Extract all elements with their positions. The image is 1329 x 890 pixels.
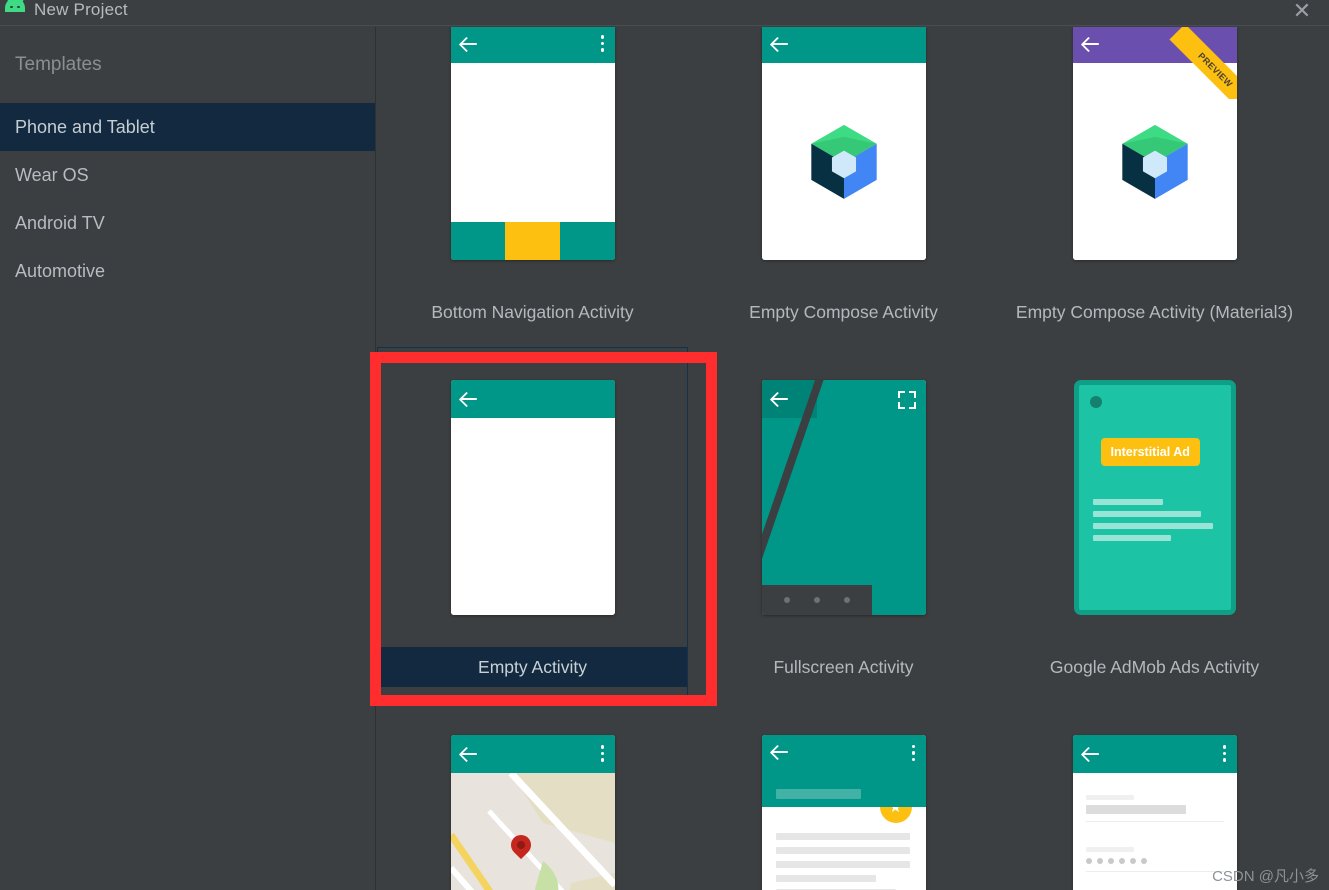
watermark: CSDN @凡小多 xyxy=(1212,868,1319,885)
sidebar-item-label: Phone and Tablet xyxy=(15,116,155,137)
overflow-menu-icon xyxy=(911,744,916,761)
phone-screen xyxy=(450,417,615,615)
jetpack-compose-logo-icon xyxy=(1121,124,1188,199)
sidebar-item-phone-and-tablet[interactable]: Phone and Tablet xyxy=(0,103,375,151)
app-bar xyxy=(450,27,615,63)
template-thumbnail xyxy=(688,347,999,647)
sidebar-item-automotive[interactable]: Automotive xyxy=(0,247,375,295)
template-card-google-maps-activity[interactable]: Google Maps Activity xyxy=(377,702,688,890)
back-arrow-icon xyxy=(771,37,789,51)
template-card-bottom-navigation-activity[interactable]: Bottom Navigation Activity xyxy=(377,27,688,347)
template-thumbnail xyxy=(999,702,1310,890)
placeholder-lines xyxy=(1092,498,1213,547)
phone-mock: ★ xyxy=(761,734,926,890)
template-label: Google AdMob Ads Activity xyxy=(1049,656,1260,677)
back-arrow-icon xyxy=(460,37,478,51)
template-label: Fullscreen Activity xyxy=(773,656,914,677)
sidebar-item-android-tv[interactable]: Android TV xyxy=(0,199,375,247)
username-field-mock xyxy=(1085,794,1224,822)
template-thumbnail: Interstitial Ad xyxy=(999,347,1310,647)
template-grid: Bottom Navigation Activity Empty Compose… xyxy=(377,27,1329,890)
template-thumbnail: PREVIEW xyxy=(999,27,1310,292)
phone-mock xyxy=(761,379,926,615)
phone-mock: PREVIEW xyxy=(1072,27,1237,260)
template-card-login-activity[interactable]: Login Activity xyxy=(999,702,1310,890)
phone-screen xyxy=(761,62,926,260)
title-bar: New Project ✕ xyxy=(0,0,1329,26)
admob-mock: Interstitial Ad xyxy=(1073,379,1236,615)
app-bar xyxy=(761,734,926,807)
phone-mock xyxy=(450,27,615,260)
map-graphic xyxy=(450,772,615,890)
jetpack-compose-logo-icon xyxy=(810,124,877,199)
sidebar-item-label: Wear OS xyxy=(15,164,89,185)
template-label: Empty Compose Activity xyxy=(749,301,938,322)
overflow-menu-icon xyxy=(600,35,605,52)
bottom-nav-item xyxy=(450,221,506,260)
phone-mock xyxy=(450,734,615,890)
bottom-nav-item xyxy=(559,221,615,260)
template-card-empty-compose-activity-material3[interactable]: PREVIEW Empty Compose Activity (Material… xyxy=(999,27,1310,347)
sidebar: Templates Phone and Tablet Wear OS Andro… xyxy=(0,27,376,890)
template-card-basic-activity[interactable]: ★ Basic Activity xyxy=(688,702,999,890)
template-label: Bottom Navigation Activity xyxy=(431,301,634,322)
phone-mock xyxy=(761,27,926,260)
template-label: Empty Activity xyxy=(377,647,688,687)
template-thumbnail xyxy=(377,702,688,890)
map-canvas xyxy=(450,772,615,890)
android-robot-icon xyxy=(2,0,28,24)
back-arrow-icon xyxy=(771,745,789,759)
interstitial-ad-badge: Interstitial Ad xyxy=(1100,437,1200,466)
sidebar-item-label: Android TV xyxy=(15,212,105,233)
template-card-fullscreen-activity[interactable]: Fullscreen Activity xyxy=(688,347,999,702)
bottom-navigation-bar xyxy=(450,221,615,260)
template-thumbnail xyxy=(377,27,688,292)
back-arrow-icon xyxy=(771,392,789,406)
close-icon[interactable]: ✕ xyxy=(1289,0,1315,24)
fullscreen-expand-icon xyxy=(897,390,916,409)
template-thumbnail xyxy=(377,347,688,647)
sidebar-header-templates: Templates xyxy=(15,54,102,75)
app-bar xyxy=(1072,27,1237,63)
back-arrow-icon xyxy=(1082,37,1100,51)
template-thumbnail: ★ xyxy=(688,702,999,890)
template-label: Empty Compose Activity (Material3) xyxy=(1015,301,1294,322)
phone-screen xyxy=(450,62,615,222)
password-field-mock xyxy=(1085,846,1224,872)
overflow-menu-icon xyxy=(1222,745,1227,762)
back-arrow-icon xyxy=(460,392,478,406)
app-bar xyxy=(450,734,615,773)
sidebar-item-wear-os[interactable]: Wear OS xyxy=(0,151,375,199)
app-bar xyxy=(761,27,926,63)
phone-screen xyxy=(1072,62,1237,260)
back-arrow-icon xyxy=(1082,747,1100,761)
back-arrow-icon xyxy=(460,747,478,761)
sidebar-item-label: Automotive xyxy=(15,260,106,281)
template-card-empty-compose-activity[interactable]: Empty Compose Activity xyxy=(688,27,999,347)
phone-mock xyxy=(450,379,615,615)
phone-screen xyxy=(761,379,926,615)
floating-action-button-star-icon[interactable]: ★ xyxy=(879,806,912,823)
template-card-google-admob-ads-activity[interactable]: Interstitial Ad Google AdMob Ads Activit… xyxy=(999,347,1310,702)
app-bar xyxy=(450,379,615,418)
phone-screen: ★ xyxy=(761,806,926,890)
bottom-nav-item-active xyxy=(505,221,560,260)
new-project-dialog: New Project ✕ Templates Phone and Tablet… xyxy=(0,0,1329,890)
template-thumbnail xyxy=(688,27,999,292)
navigation-dots xyxy=(761,584,872,615)
overflow-menu-icon xyxy=(600,745,605,762)
status-dot-icon xyxy=(1089,395,1102,408)
toolbar-title-placeholder xyxy=(775,788,861,799)
placeholder-lines xyxy=(775,832,910,890)
window-title: New Project xyxy=(34,0,128,19)
app-bar xyxy=(1072,734,1237,773)
template-card-empty-activity[interactable]: Empty Activity xyxy=(377,347,688,702)
template-grid-panel[interactable]: Bottom Navigation Activity Empty Compose… xyxy=(377,27,1329,890)
